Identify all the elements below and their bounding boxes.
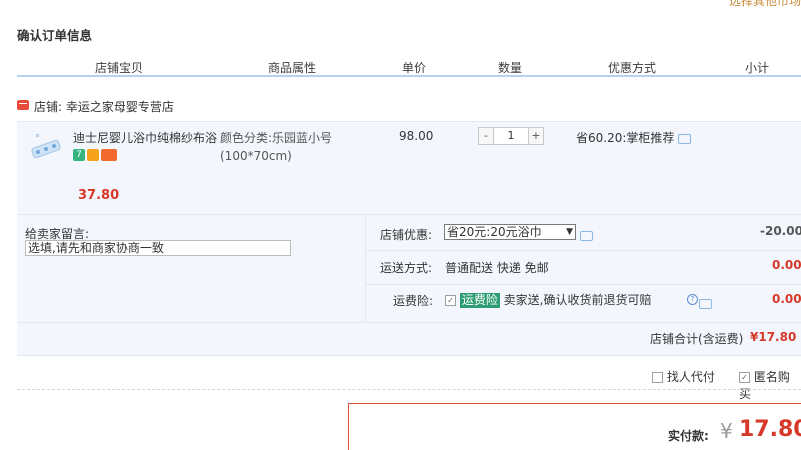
item-attributes: 颜色分类:乐园蓝小号(100*70cm) xyxy=(220,129,360,165)
insurance-text: 卖家送,确认收货前退货可赔 xyxy=(503,293,652,307)
row-divider xyxy=(17,322,801,323)
seven-day-return-icon[interactable]: 7 xyxy=(73,149,85,161)
payment-amount: 17.80 xyxy=(739,417,801,442)
shop-icon xyxy=(17,100,29,110)
column-header-promotion: 优惠方式 xyxy=(608,61,657,75)
chat-bubble-icon[interactable] xyxy=(580,230,593,241)
promotion-text: 省60.20:掌柜推荐 xyxy=(576,131,675,145)
service-badges: 7 xyxy=(73,149,119,163)
section-divider xyxy=(17,389,801,390)
payment-summary-box xyxy=(348,403,801,450)
row-divider xyxy=(366,250,801,251)
column-header-item: 店铺宝贝 xyxy=(95,61,144,75)
insurance-checkbox[interactable]: ✓ xyxy=(445,295,456,306)
proxy-pay-option: 找人代付 xyxy=(652,368,715,385)
panel-divider xyxy=(365,214,366,322)
insurance-badge: 运费险 xyxy=(459,293,500,308)
qty-decrease-button[interactable]: - xyxy=(478,127,494,145)
column-header-subtotal: 小计 xyxy=(745,61,770,75)
attr-label: 颜色分类: xyxy=(220,131,273,145)
shop-name-link[interactable]: 幸运之家母婴专营店 xyxy=(66,100,174,114)
insurance-info: ✓ 运费险 卖家送,确认收货前退货可赔 xyxy=(445,291,652,308)
proxy-pay-label[interactable]: 找人代付 xyxy=(667,370,715,384)
quantity-stepper: -1 + xyxy=(478,127,544,145)
promotion-info: 省60.20:掌柜推荐 xyxy=(576,129,692,146)
chat-bubble-icon[interactable] xyxy=(678,133,692,144)
column-header-price: 单价 xyxy=(402,61,427,75)
shipping-label: 运送方式: xyxy=(380,261,433,275)
shop-total-label: 店铺合计(含运费) xyxy=(650,332,744,346)
column-header-quantity: 数量 xyxy=(498,61,523,75)
qty-input[interactable]: 1 xyxy=(494,127,528,145)
product-thumbnail[interactable] xyxy=(28,132,64,162)
shop-info: 店铺: 幸运之家母婴专营店 xyxy=(34,98,174,115)
seller-message-input[interactable]: 选填,请先和商家协商一致 xyxy=(25,240,291,256)
row-divider xyxy=(366,284,801,285)
proxy-pay-checkbox[interactable] xyxy=(652,372,663,383)
item-subtotal: 37.80 xyxy=(78,188,120,203)
qty-increase-button[interactable]: + xyxy=(528,127,544,145)
guarantee-icon[interactable] xyxy=(87,149,99,161)
shop-label: 店铺: xyxy=(34,100,63,114)
shipping-method: 普通配送 快递 免邮 xyxy=(445,261,549,275)
shipping-amount: 0.00 xyxy=(772,258,801,272)
unit-price: 98.00 xyxy=(399,129,434,143)
shop-discount-label: 店铺优惠: xyxy=(380,228,433,242)
payment-label: 实付款: xyxy=(668,429,709,443)
anonymous-checkbox[interactable]: ✓ xyxy=(739,372,750,383)
shop-discount-value: 省20元:20元浴巾 xyxy=(447,225,542,239)
insurance-amount: 0.00 xyxy=(772,292,801,306)
column-header-attributes: 商品属性 xyxy=(268,61,317,75)
dropdown-arrow-icon: ▼ xyxy=(566,227,573,237)
anonymous-option: ✓ 匿名购买 xyxy=(739,368,801,402)
shop-total-amount: ¥17.80 xyxy=(750,330,797,344)
shop-discount-select[interactable]: 省20元:20元浴巾 ▼ xyxy=(444,224,576,240)
insurance-label: 运费险: xyxy=(393,294,434,308)
item-title-link[interactable]: 迪士尼婴儿浴巾纯棉纱布浴巾 xyxy=(73,129,218,146)
help-icon[interactable]: ? xyxy=(687,294,698,305)
chat-bubble-icon[interactable] xyxy=(698,298,712,309)
other-market-link[interactable]: 选择其他市场 xyxy=(729,0,801,9)
header-divider xyxy=(17,75,801,77)
payment-currency: ¥ xyxy=(720,419,733,443)
shop-discount-amount: -20.00 xyxy=(760,224,801,238)
page-title: 确认订单信息 xyxy=(17,28,93,43)
credit-card-icon[interactable] xyxy=(101,149,117,161)
